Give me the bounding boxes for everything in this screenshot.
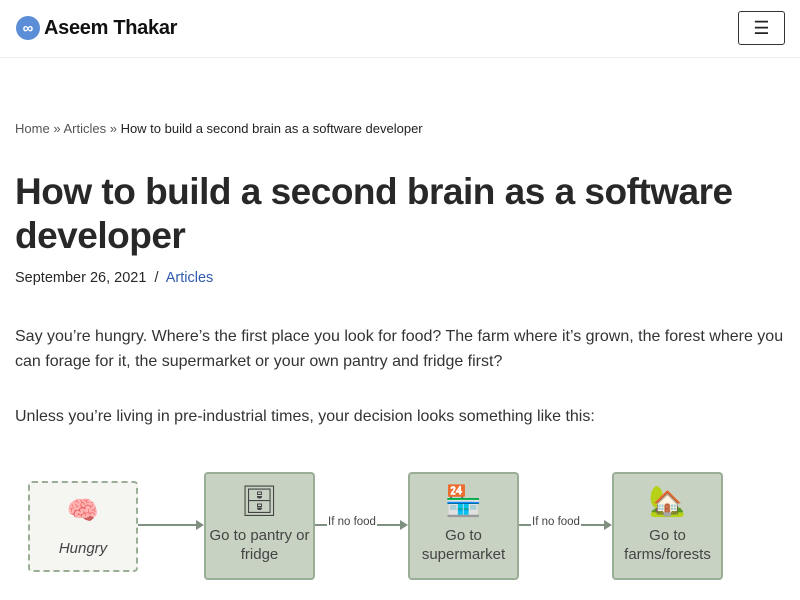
breadcrumb-home[interactable]: Home <box>15 121 50 136</box>
paragraph: Unless you’re living in pre-industrial t… <box>15 408 595 425</box>
breadcrumb: Home » Articles » How to build a second … <box>15 121 423 136</box>
edge-label: If no food <box>327 516 377 528</box>
site-logo[interactable]: ∞ Aseem Thakar <box>16 16 177 40</box>
store-icon: 🏪 <box>444 485 483 518</box>
arrow <box>138 520 204 530</box>
node-label: Hungry <box>58 540 108 557</box>
breadcrumb-articles[interactable]: Articles <box>63 121 106 136</box>
farm-icon: 🏡 <box>648 485 687 518</box>
node-label: Go to farms/forests <box>624 527 711 563</box>
breadcrumb-current: How to build a second brain as a softwar… <box>120 121 423 136</box>
breadcrumb-separator: » <box>53 121 61 136</box>
category-link[interactable]: Articles <box>166 270 214 286</box>
fridge-icon: 🗄 <box>240 485 279 518</box>
hamburger-icon: ☰ <box>753 17 770 38</box>
meta-separator: / <box>154 270 159 286</box>
paragraph: Say you’re hungry. Where’s the first pla… <box>15 328 784 370</box>
site-name: Aseem Thakar <box>44 16 178 39</box>
node-label: Go to pantry or fridge <box>209 527 310 563</box>
diagram-node-pantry: 🗄 Go to pantry or fridge <box>204 472 315 580</box>
breadcrumb-separator: » <box>109 121 117 136</box>
post-date: September 26, 2021 <box>15 270 147 286</box>
menu-button[interactable]: ☰ <box>738 11 785 45</box>
site-header: ∞ Aseem Thakar ☰ <box>0 0 800 58</box>
head-fork-icon: 🧠 <box>66 495 100 525</box>
node-label: Go to supermarket <box>421 527 506 563</box>
edge-label: If no food <box>531 516 581 528</box>
diagram-node-farms: 🏡 Go to farms/forests <box>612 472 723 580</box>
page-title: How to build a second brain as a softwar… <box>15 171 733 256</box>
diagram-start-node: 🧠 Hungry <box>28 481 138 572</box>
infinity-icon: ∞ <box>16 16 40 40</box>
post-meta: September 26, 2021 / Articles <box>15 270 213 286</box>
diagram-node-supermarket: 🏪 Go to supermarket <box>408 472 519 580</box>
